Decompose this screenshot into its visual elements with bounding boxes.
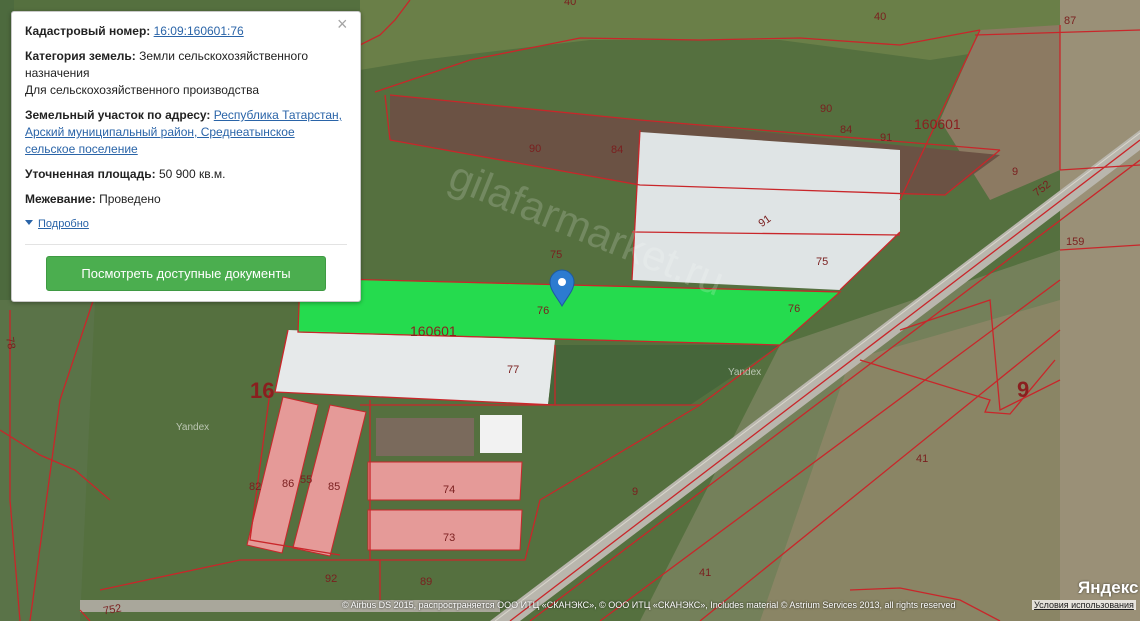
parcel-info-popup: × Кадастровый номер: 16:09:160601:76 Кат… — [11, 11, 361, 302]
terms-of-use-link[interactable]: Условия использования — [1032, 600, 1136, 610]
yandex-map-label: Yandex — [728, 367, 761, 378]
category-row: Категория земель: Земли сельскохозяйстве… — [25, 48, 308, 99]
address-link-line2[interactable]: Арский муниципальный район, Среднеатынск… — [25, 125, 295, 139]
parcel-label: 9 — [1012, 166, 1018, 178]
survey-label: Межевание: — [25, 192, 96, 206]
parcel-label: 91 — [880, 132, 892, 144]
parcel-label: 84 — [611, 144, 623, 156]
survey-value: Проведено — [99, 192, 161, 206]
parcel-label: 82 — [249, 481, 261, 493]
quarter-label: 16 — [250, 378, 274, 403]
quarter-label: 160601 — [410, 323, 457, 339]
category-label: Категория земель: — [25, 49, 136, 63]
triangle-down-icon — [25, 220, 33, 225]
parcel-label: 78 — [3, 336, 17, 350]
yandex-map-label: Yandex — [176, 422, 209, 433]
parcel-label: 159 — [1066, 236, 1084, 248]
area-label: Уточненная площадь: — [25, 167, 156, 181]
cadastral-link[interactable]: 16:09:160601:76 — [154, 24, 244, 38]
parcel-label: 73 — [443, 532, 455, 544]
parcel-label: 75 — [816, 256, 828, 268]
parcel-label: 86 — [282, 478, 294, 490]
yandex-logo[interactable]: Яндекс — [1078, 578, 1138, 598]
area-east — [1060, 0, 1140, 621]
quarter-label: 160601 — [914, 116, 961, 132]
parcel-label: 77 — [507, 364, 519, 376]
parcel-label: 84 — [840, 124, 852, 136]
parcel-label: 90 — [820, 103, 832, 115]
cadastral-row: Кадастровый номер: 16:09:160601:76 — [25, 23, 244, 40]
view-documents-button[interactable]: Посмотреть доступные документы — [46, 256, 326, 291]
parcel-label: 76 — [788, 303, 800, 315]
cadastral-label: Кадастровый номер: — [25, 24, 151, 38]
parcel-label: 85 — [328, 481, 340, 493]
parcel-label: 92 — [325, 573, 337, 585]
area-row: Уточненная площадь: 50 900 кв.м. — [25, 166, 226, 183]
map-attribution: © Airbus DS 2015, распространяется ООО И… — [342, 600, 956, 610]
parcel-label: 75 — [550, 249, 562, 261]
parcel-label: 87 — [1064, 15, 1076, 27]
parcel-label: 74 — [443, 484, 455, 496]
address-row: Земельный участок по адресу: Республика … — [25, 107, 342, 158]
address-link[interactable]: Республика Татарстан, — [214, 108, 342, 122]
popup-divider — [25, 244, 347, 245]
area-value: 50 900 кв.м. — [158, 167, 226, 181]
white-building — [480, 415, 522, 453]
parcel-label: 76 — [537, 305, 549, 317]
details-toggle[interactable]: Подробно — [25, 218, 89, 230]
parcel-label: 40 — [564, 0, 576, 8]
address-link-line3[interactable]: сельское поселение — [25, 142, 138, 156]
building-73[interactable] — [367, 509, 523, 551]
survey-row: Межевание: Проведено — [25, 191, 161, 208]
category-value-line2: назначения — [25, 66, 90, 80]
parcel-label: 90 — [529, 143, 541, 155]
address-label: Земельный участок по адресу: — [25, 108, 211, 122]
parcel-label: 89 — [420, 576, 432, 588]
parcel-label: 55 — [300, 474, 312, 486]
close-icon[interactable]: × — [337, 15, 353, 33]
parcel-label: 40 — [874, 11, 886, 23]
garden-plots — [376, 418, 474, 456]
category-purpose: Для сельскохозяйственного производства — [25, 83, 260, 97]
parcel-label: 9 — [632, 486, 638, 498]
parcel-label: 41 — [699, 567, 711, 579]
category-value: Земли сельскохозяйственного — [139, 49, 309, 63]
parcel-label: 41 — [916, 453, 928, 465]
details-label: Подробно — [38, 218, 89, 230]
quarter-label: 9 — [1017, 377, 1029, 402]
